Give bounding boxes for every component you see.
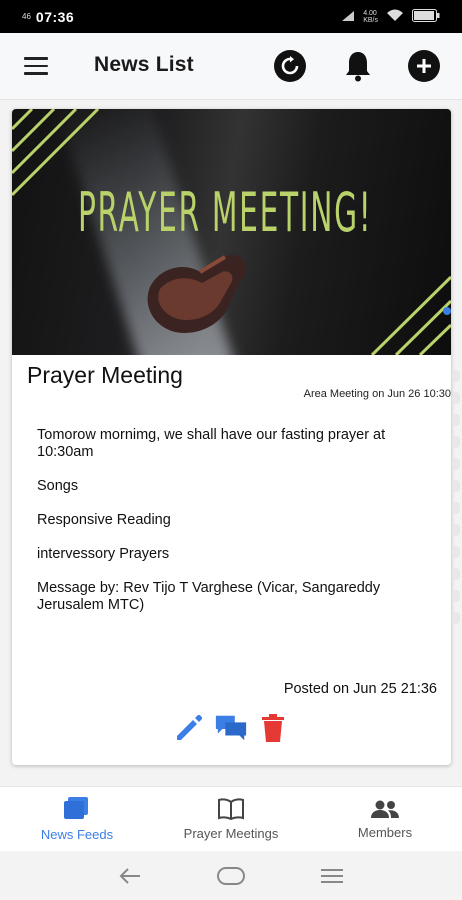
news-body-line: Songs [37, 478, 79, 494]
page-title: News List [94, 53, 194, 76]
status-time: 07:36 [35, 8, 75, 25]
app-bar: News List [0, 33, 462, 100]
nav-members[interactable]: Members [308, 787, 462, 851]
news-card[interactable]: PRAYER MEETING! Prayer Meeting Area Meet… [12, 109, 451, 765]
system-navigation [0, 851, 462, 900]
nav-prayer-meetings[interactable]: Prayer Meetings [154, 787, 308, 851]
posted-timestamp: Posted on Jun 25 21:36 [283, 681, 437, 697]
carousel-indicator [443, 307, 451, 315]
news-actions [172, 711, 290, 745]
news-list[interactable]: PRAYER MEETING! Prayer Meeting Area Meet… [0, 100, 462, 786]
menu-icon[interactable] [24, 57, 48, 75]
wifi-icon [386, 9, 404, 25]
network-speed-unit: KB/s [363, 16, 378, 24]
news-body-line: Responsive Reading [37, 512, 171, 528]
news-meta: Area Meeting on Jun 26 10:30 [303, 388, 451, 400]
signal-icon [341, 9, 355, 25]
banner-stripes [12, 109, 451, 355]
news-body-line: intervessory Prayers [37, 546, 170, 562]
nav-news-feeds[interactable]: News Feeds [0, 787, 154, 851]
news-body: Tomorow mornimg, we shall have our fasti… [37, 427, 437, 631]
delete-icon[interactable] [256, 711, 290, 745]
home-icon[interactable] [211, 861, 251, 891]
nav-label: Members [357, 824, 413, 840]
news-banner-image: PRAYER MEETING! [12, 109, 451, 355]
news-feeds-icon [64, 796, 88, 819]
nav-label: Prayer Meetings [183, 825, 279, 841]
news-body-line: Tomorow mornimg, we shall have our fasti… [37, 427, 386, 460]
network-speed: 4.00 KB/s [363, 10, 378, 24]
network-speed-value: 4.00 [363, 9, 377, 17]
bottom-navigation: News Feeds Prayer Meetings Members [0, 786, 462, 851]
news-body-line: Message by: Rev Tijo T Varghese (Vicar, … [37, 580, 381, 613]
book-icon [218, 797, 244, 820]
bell-icon[interactable] [342, 49, 374, 83]
status-bar: 46 07:36 4.00 KB/s [0, 0, 462, 33]
scrollbar-track[interactable] [452, 370, 462, 660]
members-icon [371, 800, 399, 818]
status-right: 4.00 KB/s [341, 8, 440, 25]
comments-icon[interactable] [214, 711, 248, 745]
edit-icon[interactable] [172, 711, 206, 745]
news-title: Prayer Meeting [27, 362, 183, 388]
battery-icon [412, 8, 440, 25]
signal-strength-label: 46 [22, 12, 31, 21]
recents-icon[interactable] [312, 861, 352, 891]
back-icon[interactable] [110, 861, 150, 891]
add-icon[interactable] [408, 50, 440, 82]
nav-label: News Feeds [40, 826, 114, 842]
refresh-icon[interactable] [274, 50, 306, 82]
